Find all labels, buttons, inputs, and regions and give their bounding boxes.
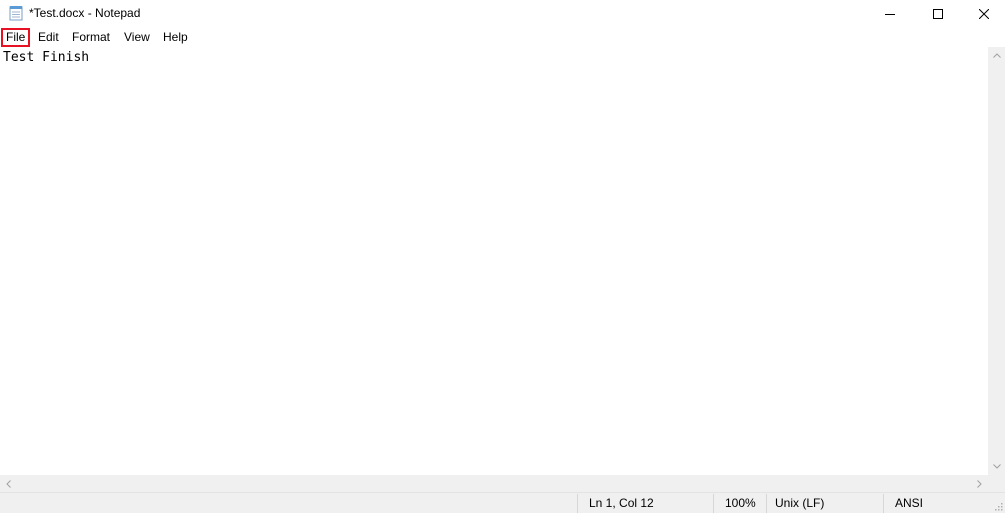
resize-grip-icon[interactable] <box>993 501 1003 511</box>
close-icon <box>979 8 989 19</box>
scroll-right-button[interactable] <box>971 475 988 492</box>
cursor-position: Ln 1, Col 12 <box>589 496 654 510</box>
menu-help[interactable]: Help <box>159 29 192 46</box>
notepad-icon <box>9 6 23 21</box>
maximize-button[interactable] <box>915 0 961 27</box>
notepad-window: *Test.docx - Notepad File Edit Format Vi… <box>0 0 1005 513</box>
menu-view[interactable]: View <box>120 29 154 46</box>
menu-bar: File Edit Format View Help <box>0 27 1005 47</box>
chevron-right-icon <box>977 479 982 488</box>
close-button[interactable] <box>961 0 1005 27</box>
scroll-down-button[interactable] <box>988 458 1005 475</box>
status-separator <box>766 494 767 513</box>
zoom-level: 100% <box>725 496 756 510</box>
scroll-left-button[interactable] <box>0 475 17 492</box>
menu-format[interactable]: Format <box>68 29 114 46</box>
title-bar[interactable]: *Test.docx - Notepad <box>0 0 1005 27</box>
editor-content: Test Finish <box>3 50 90 65</box>
scrollbar-corner <box>988 475 1005 492</box>
scroll-up-button[interactable] <box>988 47 1005 64</box>
window-title: *Test.docx - Notepad <box>29 6 141 20</box>
horizontal-scrollbar[interactable] <box>0 475 988 492</box>
minimize-icon <box>885 13 895 15</box>
chevron-down-icon <box>992 464 1001 469</box>
text-editor[interactable]: Test Finish <box>0 47 988 475</box>
menu-file[interactable]: File <box>1 28 31 47</box>
status-separator <box>883 494 884 513</box>
status-separator <box>577 494 578 513</box>
line-ending: Unix (LF) <box>775 496 825 510</box>
maximize-icon <box>933 8 943 19</box>
status-separator <box>713 494 714 513</box>
vertical-scrollbar[interactable] <box>988 47 1005 475</box>
chevron-up-icon <box>992 53 1001 58</box>
status-bar: Ln 1, Col 12 100% Unix (LF) ANSI <box>0 492 1005 513</box>
minimize-button[interactable] <box>867 0 913 27</box>
menu-edit[interactable]: Edit <box>34 29 63 46</box>
chevron-left-icon <box>6 479 11 488</box>
encoding: ANSI <box>895 496 924 510</box>
